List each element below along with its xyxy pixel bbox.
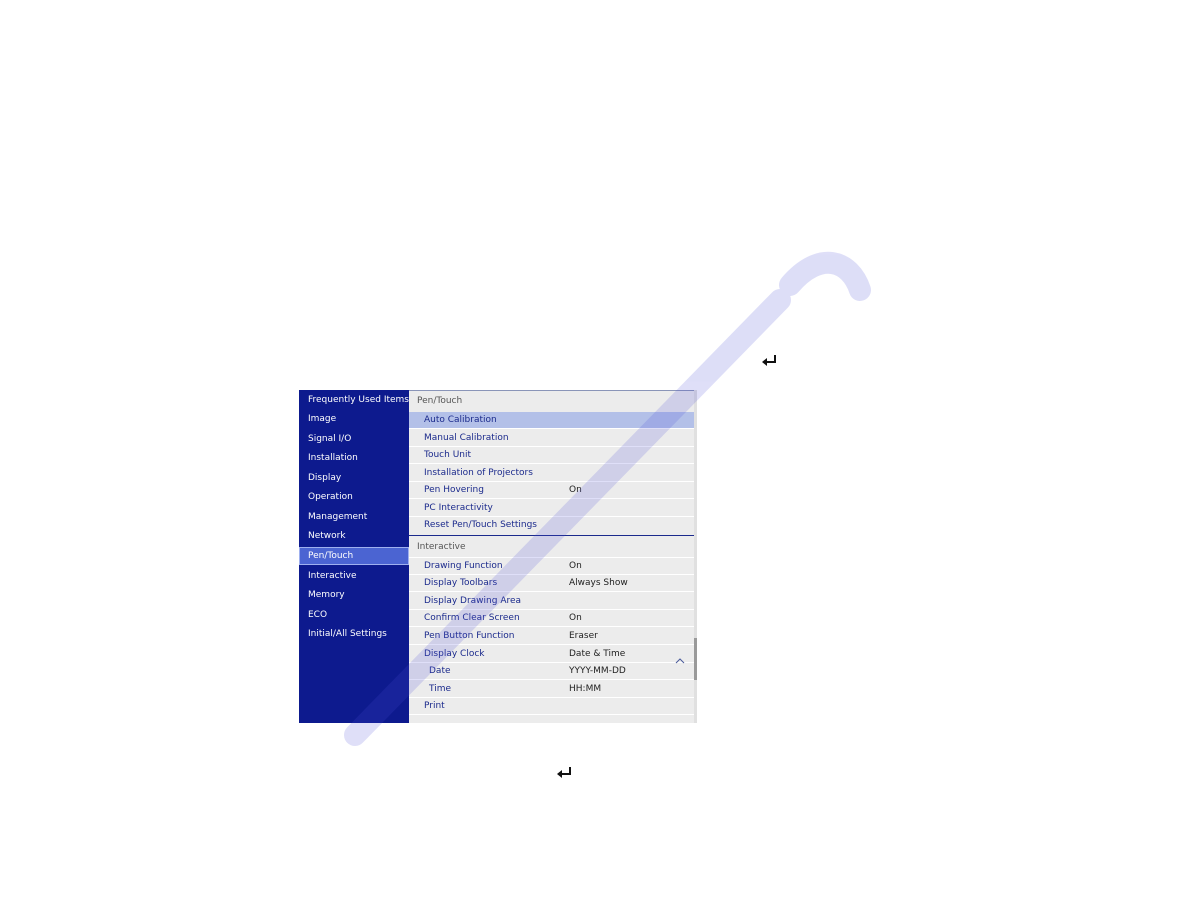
menu-row-print[interactable]: Print [409, 698, 694, 715]
settings-menu: Frequently Used Items Image Signal I/O I… [299, 390, 697, 723]
menu-row-auto-calibration[interactable]: Auto Calibration [409, 412, 694, 429]
menu-row-manual-calibration[interactable]: Manual Calibration [409, 430, 694, 447]
row-label: Display Drawing Area [424, 596, 522, 606]
menu-row-confirm-clear-screen[interactable]: Confirm Clear Screen On [409, 610, 694, 627]
row-value: Always Show [569, 578, 628, 588]
row-label: Confirm Clear Screen [424, 613, 520, 623]
row-label: Date [429, 666, 451, 676]
row-label: Print [424, 701, 445, 711]
menu-row-display-drawing-area[interactable]: Display Drawing Area [409, 593, 694, 610]
row-label: Display Clock [424, 649, 485, 659]
menu-row-display-toolbars[interactable]: Display Toolbars Always Show [409, 575, 694, 592]
sidebar-item-eco[interactable]: ECO [299, 606, 409, 624]
chevron-up-icon[interactable] [675, 650, 685, 664]
sidebar-item-installation[interactable]: Installation [299, 449, 409, 467]
row-label: Pen Hovering [424, 485, 484, 495]
sidebar-item-image[interactable]: Image [299, 410, 409, 428]
row-label: PC Interactivity [424, 503, 493, 513]
sidebar: Frequently Used Items Image Signal I/O I… [299, 390, 409, 723]
panel-top-border [409, 390, 697, 391]
sidebar-item-management[interactable]: Management [299, 508, 409, 526]
row-value: On [569, 485, 582, 495]
row-label: Installation of Projectors [424, 468, 533, 478]
row-label: Touch Unit [424, 450, 472, 460]
row-value: Eraser [569, 631, 598, 641]
sidebar-item-signal-io[interactable]: Signal I/O [299, 430, 409, 448]
sidebar-item-network[interactable]: Network [299, 527, 409, 545]
row-value: Date & Time [569, 649, 626, 659]
row-label: Reset Pen/Touch Settings [424, 520, 537, 530]
row-value: HH:MM [569, 684, 602, 694]
row-label: Pen Button Function [424, 631, 515, 641]
sidebar-item-display[interactable]: Display [299, 469, 409, 487]
menu-row-display-clock[interactable]: Display Clock Date & Time [409, 646, 694, 664]
enter-key-icon [761, 354, 779, 368]
menu-row-touch-unit[interactable]: Touch Unit [409, 447, 694, 464]
row-value: On [569, 613, 582, 623]
row-label: Manual Calibration [424, 433, 509, 443]
menu-row-time[interactable]: Time HH:MM [409, 681, 694, 698]
enter-key-icon [556, 766, 574, 780]
sidebar-item-pen-touch[interactable]: Pen/Touch [299, 547, 409, 565]
row-label: Drawing Function [424, 561, 503, 571]
menu-row-pen-hovering[interactable]: Pen Hovering On [409, 482, 694, 499]
row-value: YYYY-MM-DD [569, 666, 626, 676]
menu-row-reset-pen-touch-settings[interactable]: Reset Pen/Touch Settings [409, 517, 694, 534]
menu-row-pen-button-function[interactable]: Pen Button Function Eraser [409, 628, 694, 645]
sidebar-item-initial-all-settings[interactable]: Initial/All Settings [299, 625, 409, 643]
scrollbar-thumb[interactable] [694, 638, 697, 680]
section-header-pen-touch: Pen/Touch [417, 396, 463, 406]
sidebar-item-memory[interactable]: Memory [299, 586, 409, 604]
menu-row-drawing-function[interactable]: Drawing Function On [409, 558, 694, 575]
settings-panel: Pen/Touch Auto Calibration Manual Calibr… [409, 390, 694, 723]
sidebar-item-frequently-used-items[interactable]: Frequently Used Items [299, 391, 409, 409]
row-label: Auto Calibration [424, 415, 497, 425]
menu-row-date[interactable]: Date YYYY-MM-DD [409, 663, 694, 680]
row-label: Time [429, 684, 452, 694]
sidebar-item-operation[interactable]: Operation [299, 488, 409, 506]
menu-row-installation-of-projectors[interactable]: Installation of Projectors [409, 465, 694, 482]
row-value: On [569, 561, 582, 571]
row-label: Display Toolbars [424, 578, 498, 588]
scrollbar[interactable] [694, 390, 697, 723]
section-header-interactive: Interactive [409, 536, 694, 558]
menu-row-partial[interactable] [409, 716, 694, 723]
sidebar-item-interactive[interactable]: Interactive [299, 567, 409, 585]
menu-row-pc-interactivity[interactable]: PC Interactivity [409, 500, 694, 517]
